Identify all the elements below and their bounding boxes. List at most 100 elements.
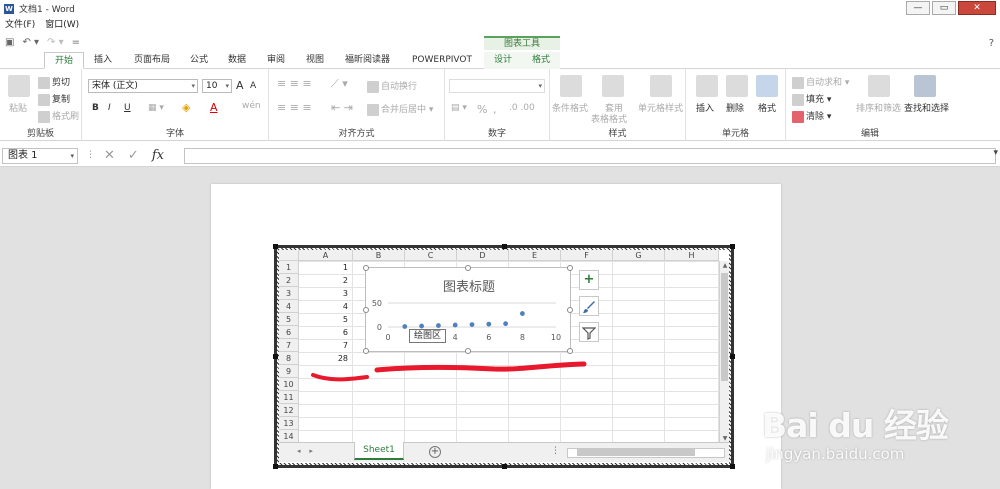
percent-button[interactable]: % bbox=[477, 103, 487, 116]
currency-icon[interactable]: ▤ ▾ bbox=[451, 103, 467, 113]
window-title: 文档1 - Word bbox=[19, 5, 75, 15]
add-sheet-button[interactable]: + bbox=[429, 446, 441, 458]
insert-function-button[interactable]: fx bbox=[152, 148, 164, 163]
help-icon[interactable]: ? bbox=[989, 38, 994, 49]
delete-cells-button[interactable]: 删除 bbox=[726, 101, 744, 114]
font-color-icon[interactable]: A bbox=[210, 101, 218, 114]
watermark-logo-text: Bai du 经验 bbox=[762, 406, 949, 445]
object-resize-handle[interactable] bbox=[502, 244, 507, 249]
merge-cells-icon bbox=[367, 103, 379, 116]
tab-home[interactable]: 开始 bbox=[44, 52, 85, 69]
number-format-select[interactable]: ▾ bbox=[449, 79, 545, 93]
customize-qat-button[interactable]: = bbox=[72, 37, 80, 48]
quick-access-toolbar: ▣ ↶ ▾ ↷ ▾ = bbox=[5, 37, 88, 48]
tab-view[interactable]: 视图 bbox=[296, 52, 334, 69]
table-format-icon bbox=[602, 75, 624, 97]
tab-data[interactable]: 数据 bbox=[218, 52, 256, 69]
formula-input[interactable] bbox=[184, 148, 996, 164]
brush-icon bbox=[38, 110, 50, 123]
expand-formula-bar-icon[interactable]: ▾ bbox=[993, 148, 998, 158]
object-resize-handle[interactable] bbox=[502, 464, 507, 469]
menu-file[interactable]: 文件(F) bbox=[5, 17, 35, 30]
bold-button[interactable]: B bbox=[92, 103, 99, 113]
shrink-font-button[interactable]: A bbox=[250, 81, 256, 91]
tab-chart-design[interactable]: 设计 bbox=[484, 52, 523, 69]
menu-window[interactable]: 窗口(W) bbox=[45, 17, 79, 30]
conditional-format-button[interactable]: 条件格式 bbox=[552, 101, 588, 114]
name-box[interactable]: 图表 1 ▾ bbox=[2, 148, 78, 164]
object-resize-handle[interactable] bbox=[730, 464, 735, 469]
italic-button[interactable]: I bbox=[108, 103, 111, 113]
paste-button[interactable]: 粘贴 bbox=[9, 101, 27, 114]
underline-button[interactable]: U bbox=[124, 103, 131, 113]
grow-font-button[interactable]: A bbox=[236, 79, 244, 92]
group-label-alignment: 对齐方式 bbox=[338, 129, 375, 139]
comma-button[interactable]: , bbox=[493, 103, 497, 116]
clear-button[interactable]: 清除 ▾ bbox=[792, 109, 831, 123]
wrap-text-icon bbox=[367, 80, 379, 93]
object-resize-handle[interactable] bbox=[730, 244, 735, 249]
close-button[interactable]: ✕ bbox=[958, 1, 996, 15]
cut-button[interactable]: 剪切 bbox=[38, 75, 70, 89]
format-cells-button[interactable]: 格式 bbox=[758, 101, 776, 114]
group-number: ▾ ▤ ▾ % , .0 .00 数字 bbox=[445, 69, 550, 141]
confirm-entry-button[interactable]: ✓ bbox=[128, 148, 139, 163]
window-controls: — ▭ ✕ bbox=[904, 1, 996, 15]
sheet-nav-buttons[interactable]: ◂ ▸ bbox=[297, 447, 313, 455]
undo-button[interactable]: ↶ ▾ bbox=[22, 37, 39, 48]
align-top-icon[interactable]: ≡ ≡ ≡ bbox=[277, 77, 312, 90]
table-format-button-line2[interactable]: 表格格式 bbox=[591, 112, 627, 125]
word-app-icon: W bbox=[4, 3, 14, 14]
tab-foxit-reader[interactable]: 福昕阅读器 bbox=[335, 52, 400, 69]
tab-chart-format[interactable]: 格式 bbox=[522, 52, 561, 69]
group-clipboard: 粘贴 剪切 复制 格式刷 剪贴板 bbox=[0, 69, 82, 141]
tab-insert[interactable]: 插入 bbox=[84, 52, 122, 69]
sigma-icon bbox=[792, 76, 804, 89]
borders-icon[interactable]: ▦ ▾ bbox=[148, 103, 164, 113]
align-left-icon[interactable]: ≡ ≡ ≡ bbox=[277, 101, 312, 114]
indent-icon[interactable]: ⇤ ⇥ bbox=[331, 101, 353, 114]
format-cells-icon bbox=[756, 75, 778, 97]
cancel-entry-button[interactable]: ✕ bbox=[104, 148, 115, 163]
object-resize-handle[interactable] bbox=[273, 244, 278, 249]
group-label-clipboard: 剪贴板 bbox=[26, 129, 54, 139]
fill-color-icon[interactable]: ◈ bbox=[182, 101, 190, 114]
sheet-tab-sheet1[interactable]: Sheet1 bbox=[354, 442, 404, 460]
group-label-styles: 样式 bbox=[608, 129, 627, 139]
tab-formulas[interactable]: 公式 bbox=[180, 52, 218, 69]
insert-cells-button[interactable]: 插入 bbox=[696, 101, 714, 114]
tab-powerpivot[interactable]: POWERPIVOT bbox=[402, 52, 482, 69]
copy-button[interactable]: 复制 bbox=[38, 92, 70, 106]
ribbon-tab-bar: ▣ ↶ ▾ ↷ ▾ = 图表工具 开始 插入 页面布局 公式 数据 审阅 视图 … bbox=[0, 30, 1000, 69]
cell-styles-button[interactable]: 单元格样式 bbox=[638, 101, 683, 114]
object-resize-handle[interactable] bbox=[730, 354, 735, 359]
horizontal-scroll-thumb[interactable] bbox=[577, 449, 695, 456]
red-annotation-strokes bbox=[311, 361, 587, 382]
autosum-button[interactable]: 自动求和 ▾ bbox=[792, 75, 849, 89]
merge-center-button[interactable]: 合并后居中 ▾ bbox=[367, 102, 433, 116]
save-icon[interactable]: ▣ bbox=[5, 37, 14, 48]
tab-page-layout[interactable]: 页面布局 bbox=[124, 52, 180, 69]
wrap-text-button[interactable]: 自动换行 bbox=[367, 79, 417, 93]
font-name-select[interactable]: 宋体 (正文) ▾ bbox=[88, 79, 198, 93]
object-resize-handle[interactable] bbox=[273, 464, 278, 469]
orientation-icon[interactable]: ⟋ ▾ bbox=[331, 77, 348, 91]
embedded-excel-object[interactable]: A B C D E F G H 1 2 3 4 5 6 7 8 9 10 11 12 13 14 1 2 3 4 5 6 7 28 ▲ ▼… bbox=[273, 244, 735, 469]
group-editing: 自动求和 ▾ 填充 ▾ 清除 ▾ 排序和筛选 查找和选择 编辑 bbox=[786, 69, 954, 141]
fill-button[interactable]: 填充 ▾ bbox=[792, 92, 831, 106]
restore-button[interactable]: ▭ bbox=[932, 1, 956, 15]
tab-review[interactable]: 审阅 bbox=[257, 52, 295, 69]
group-alignment: ≡ ≡ ≡ ⟋ ▾ ≡ ≡ ≡ ⇤ ⇥ 自动换行 合并后居中 ▾ 对齐方式 bbox=[269, 69, 445, 141]
decimal-icon[interactable]: .0 .00 bbox=[509, 103, 535, 113]
object-resize-handle[interactable] bbox=[273, 354, 278, 359]
find-select-button[interactable]: 查找和选择 bbox=[904, 101, 949, 114]
font-size-select[interactable]: 10 ▾ bbox=[202, 79, 232, 93]
redo-button[interactable]: ↷ ▾ bbox=[47, 37, 64, 48]
tab-split-handle[interactable]: ⋮ bbox=[551, 446, 560, 456]
format-painter-button[interactable]: 格式刷 bbox=[38, 109, 79, 123]
minimize-button[interactable]: — bbox=[906, 1, 930, 15]
watermark-url: jingyan.baidu.com bbox=[766, 445, 905, 463]
phonetic-button[interactable]: wén bbox=[242, 101, 261, 111]
group-styles: 条件格式 套用 表格格式 单元格样式 样式 bbox=[550, 69, 686, 141]
sort-filter-button[interactable]: 排序和筛选 bbox=[856, 101, 901, 114]
